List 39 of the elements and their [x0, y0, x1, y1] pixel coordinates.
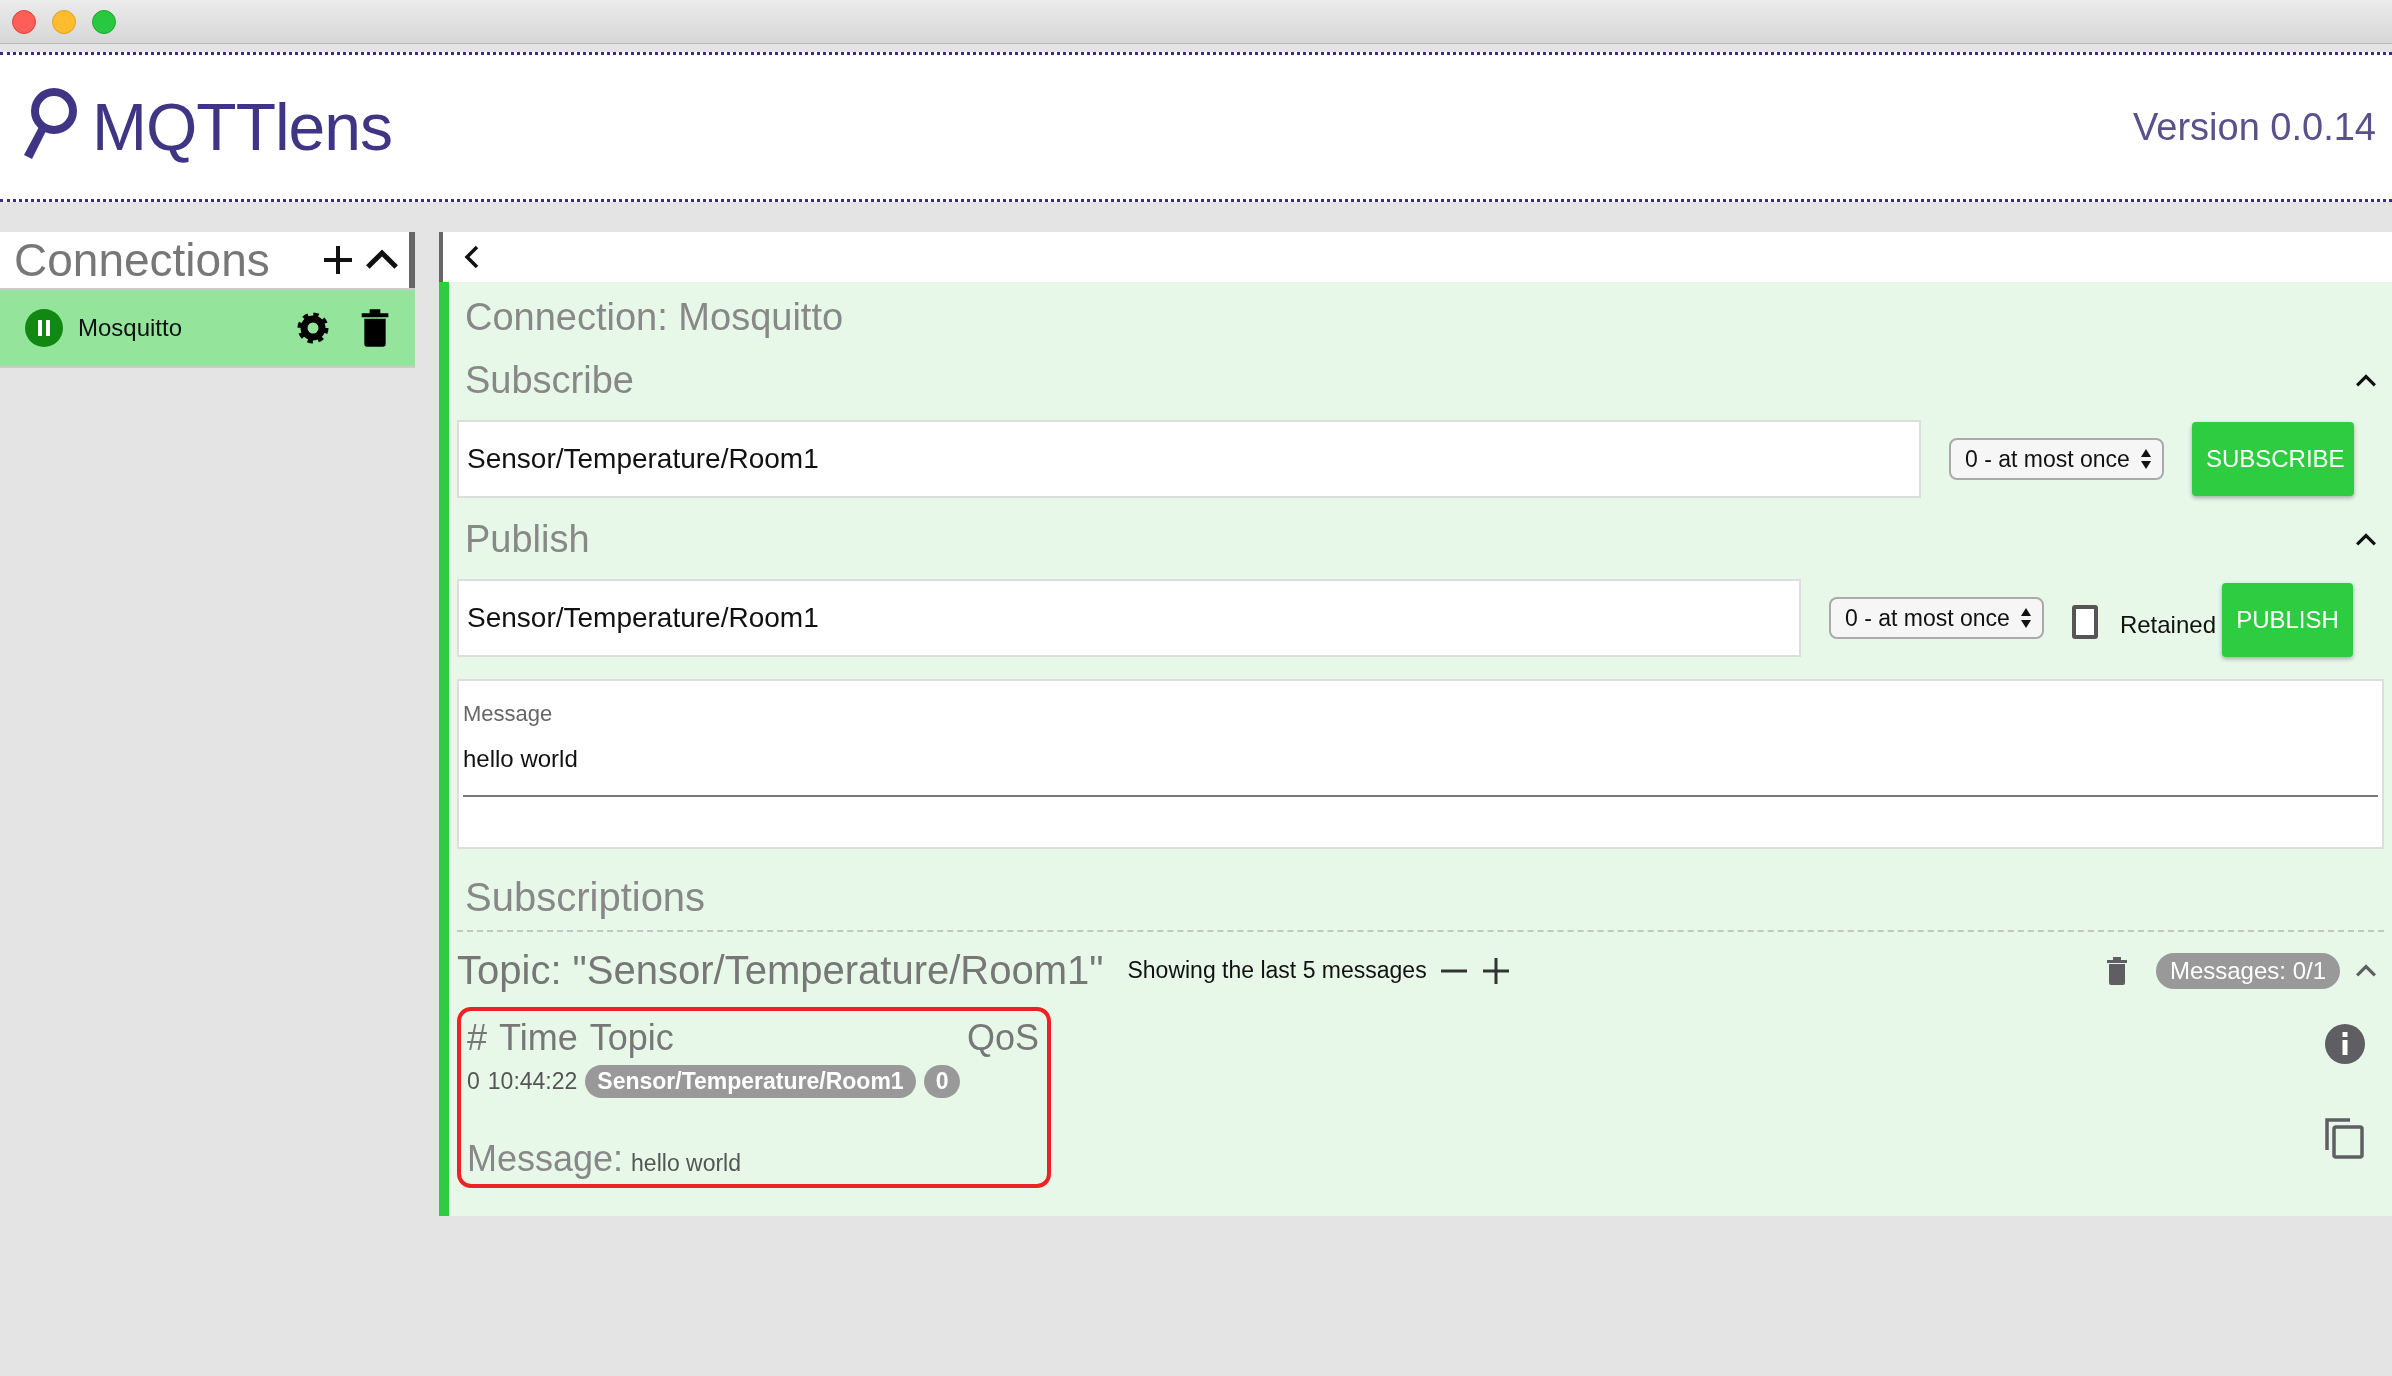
column-header: Topic: [589, 1017, 674, 1059]
qos-select[interactable]: 0 - at most once: [1949, 438, 2164, 480]
section-heading: Subscribe: [465, 359, 634, 402]
column-header: QoS: [966, 1017, 1039, 1059]
retained-checkbox[interactable]: [2071, 605, 2098, 639]
qos-select[interactable]: 0 - at most once: [1829, 597, 2044, 639]
plus-icon[interactable]: [1480, 955, 1511, 986]
column-header: Time: [499, 1017, 578, 1059]
up-down-arrows-icon: [2139, 447, 2152, 471]
message-label: Message:: [467, 1138, 624, 1180]
subscriptions-heading: Subscriptions: [457, 849, 2384, 932]
qos-tag: 0: [923, 1065, 961, 1098]
info-icon[interactable]: [2324, 1023, 2366, 1065]
message-field[interactable]: hello world: [463, 731, 2378, 797]
version-label: Version 0.0.14: [2133, 105, 2376, 149]
connection-title: Connection: Mosquitto: [464, 296, 844, 339]
connection-item[interactable]: Mosquitto: [0, 288, 415, 368]
subscription-topic: Topic: "Sensor/Temperature/Room1": [457, 948, 1104, 993]
section-heading: Publish: [465, 518, 590, 561]
message-time: 10:44:22: [487, 1068, 578, 1095]
message-index: 0: [467, 1068, 480, 1095]
topic-tag: Sensor/Temperature/Room1: [585, 1065, 916, 1098]
chevron-up-icon[interactable]: [2354, 372, 2378, 389]
pause-icon[interactable]: [24, 308, 64, 348]
message-label: Message: [463, 701, 554, 727]
messages-count-badge: Messages: 0/1: [2155, 952, 2340, 989]
column-header: #: [467, 1017, 488, 1059]
message-limit-label: Showing the last 5 messages: [1127, 957, 1427, 984]
chevron-up-icon[interactable]: [2354, 531, 2378, 548]
message-text: hello world: [631, 1150, 742, 1177]
topic-field[interactable]: Sensor/Temperature/Room1: [457, 420, 1921, 498]
connections-title: Connections: [14, 233, 271, 287]
copy-icon[interactable]: [2324, 1117, 2366, 1159]
topic-field[interactable]: Sensor/Temperature/Room1: [457, 579, 1801, 657]
retained-label: Retained: [2119, 611, 2216, 639]
close-window-icon[interactable]: [12, 9, 36, 34]
up-down-arrows-icon: [2019, 606, 2032, 630]
app-title: MQTTlens: [92, 89, 393, 165]
plus-icon[interactable]: [321, 243, 355, 277]
